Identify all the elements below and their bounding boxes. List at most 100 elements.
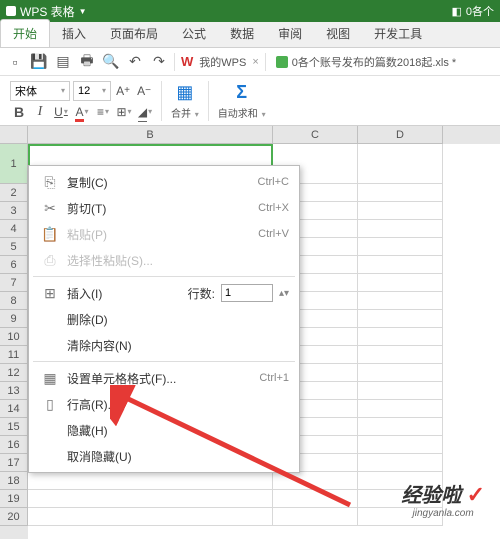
row-header-7[interactable]: 7 [0, 274, 28, 292]
font-name-select[interactable]: 宋体▾ [10, 81, 70, 101]
close-mywps-icon[interactable]: × [252, 56, 258, 68]
autosum-button[interactable]: Σ 自动求和 ▾ [212, 79, 272, 122]
italic-button[interactable]: I [31, 103, 49, 121]
menu-clear[interactable]: 清除内容(N) [29, 332, 299, 358]
title-dropdown-icon[interactable]: ▼ [79, 7, 87, 16]
col-header-D[interactable]: D [358, 126, 443, 144]
app-name-text: WPS 表格 [20, 3, 75, 20]
align-button[interactable]: ≡▾ [94, 103, 112, 121]
row-header-3[interactable]: 3 [0, 202, 28, 220]
tab-page-layout[interactable]: 页面布局 [98, 20, 170, 47]
preview-icon[interactable]: 🔍 [102, 53, 120, 71]
decrease-font-icon[interactable]: A− [135, 82, 153, 100]
row-header-16[interactable]: 16 [0, 436, 28, 454]
tab-data[interactable]: 数据 [218, 20, 266, 47]
bold-button[interactable]: B [10, 103, 28, 121]
row-header-20[interactable]: 20 [0, 508, 28, 526]
cell[interactable] [358, 310, 443, 328]
cell[interactable] [358, 238, 443, 256]
cell[interactable] [358, 184, 443, 202]
cell[interactable] [358, 454, 443, 472]
cell[interactable] [358, 400, 443, 418]
menu-format-cells[interactable]: ▦ 设置单元格格式(F)... Ctrl+1 [29, 365, 299, 391]
fill-color-button[interactable]: ◢▾ [136, 103, 154, 121]
row-header-9[interactable]: 9 [0, 310, 28, 328]
cell[interactable] [273, 508, 358, 526]
doc-count-text: 0各个 [466, 3, 494, 19]
menu-row-height[interactable]: ▯ 行高(R)... [29, 391, 299, 417]
cell[interactable] [358, 328, 443, 346]
separator [265, 53, 266, 71]
wps-logo-icon[interactable]: W [181, 54, 193, 69]
cell[interactable] [358, 220, 443, 238]
increase-font-icon[interactable]: A+ [114, 82, 132, 100]
menu-paste[interactable]: 📋 粘贴(P) Ctrl+V [29, 221, 299, 247]
row-header-6[interactable]: 6 [0, 256, 28, 274]
row-header-18[interactable]: 18 [0, 472, 28, 490]
row-header-11[interactable]: 11 [0, 346, 28, 364]
font-size-select[interactable]: 12▾ [73, 81, 111, 101]
menu-delete[interactable]: 删除(D) [29, 306, 299, 332]
cell[interactable] [358, 364, 443, 382]
menu-unhide[interactable]: 取消隐藏(U) [29, 443, 299, 469]
cell[interactable] [28, 472, 273, 490]
cell[interactable] [358, 274, 443, 292]
cell[interactable] [358, 144, 443, 184]
row-header-5[interactable]: 5 [0, 238, 28, 256]
print-icon[interactable]: 🖶 [78, 53, 96, 71]
menu-cut[interactable]: ✂ 剪切(T) Ctrl+X [29, 195, 299, 221]
cell[interactable] [358, 436, 443, 454]
new-file-icon[interactable]: ▫ [6, 53, 24, 71]
tab-dev-tools[interactable]: 开发工具 [362, 20, 434, 47]
row-header-14[interactable]: 14 [0, 400, 28, 418]
row-header-12[interactable]: 12 [0, 364, 28, 382]
tab-insert[interactable]: 插入 [50, 20, 98, 47]
spinner-icon[interactable]: ▴▾ [279, 288, 289, 299]
format-cells-icon: ▦ [39, 370, 61, 387]
font-color-button[interactable]: A▾ [73, 103, 91, 121]
open-icon[interactable]: ▤ [54, 53, 72, 71]
menu-insert[interactable]: ⊞ 插入(I) 行数: ▴▾ [29, 280, 299, 306]
separator [161, 81, 162, 121]
row-header-17[interactable]: 17 [0, 454, 28, 472]
save-icon[interactable]: 💾 [30, 53, 48, 71]
tab-review[interactable]: 审阅 [266, 20, 314, 47]
tab-home[interactable]: 开始 [0, 19, 50, 47]
cell[interactable] [358, 346, 443, 364]
check-icon: ✓ [467, 482, 485, 507]
col-header-B[interactable]: B [28, 126, 273, 144]
row-header-10[interactable]: 10 [0, 328, 28, 346]
cell[interactable] [358, 292, 443, 310]
cell[interactable] [28, 490, 273, 508]
cell[interactable] [273, 490, 358, 508]
tab-formula[interactable]: 公式 [170, 20, 218, 47]
cell[interactable] [358, 382, 443, 400]
row-header-15[interactable]: 15 [0, 418, 28, 436]
border-button[interactable]: ⊞▾ [115, 103, 133, 121]
row-header-19[interactable]: 19 [0, 490, 28, 508]
corner-select-all[interactable] [0, 126, 28, 144]
cell[interactable] [28, 508, 273, 526]
menu-hide[interactable]: 隐藏(H) [29, 417, 299, 443]
row-header-8[interactable]: 8 [0, 292, 28, 310]
cell[interactable] [358, 202, 443, 220]
col-header-C[interactable]: C [273, 126, 358, 144]
row-header-2[interactable]: 2 [0, 184, 28, 202]
merge-button[interactable]: ▦ 合并 ▾ [165, 79, 205, 122]
document-tab[interactable]: 0各个账号发布的篇数2018起.xls * [272, 54, 460, 70]
rows-count-input[interactable] [221, 284, 273, 302]
undo-icon[interactable]: ↶ [126, 53, 144, 71]
my-wps-link[interactable]: 我的WPS [199, 54, 246, 70]
menu-copy[interactable]: ⎘ 复制(C) Ctrl+C [29, 169, 299, 195]
tab-view[interactable]: 视图 [314, 20, 362, 47]
row-header-1[interactable]: 1 [0, 144, 28, 184]
menu-paste-special[interactable]: ⎙ 选择性粘贴(S)... [29, 247, 299, 273]
column-headers: BCD [28, 126, 500, 144]
redo-icon[interactable]: ↷ [150, 53, 168, 71]
underline-button[interactable]: U▾ [52, 103, 70, 121]
cell[interactable] [358, 256, 443, 274]
row-header-13[interactable]: 13 [0, 382, 28, 400]
row-header-4[interactable]: 4 [0, 220, 28, 238]
cell[interactable] [358, 418, 443, 436]
cell[interactable] [273, 472, 358, 490]
